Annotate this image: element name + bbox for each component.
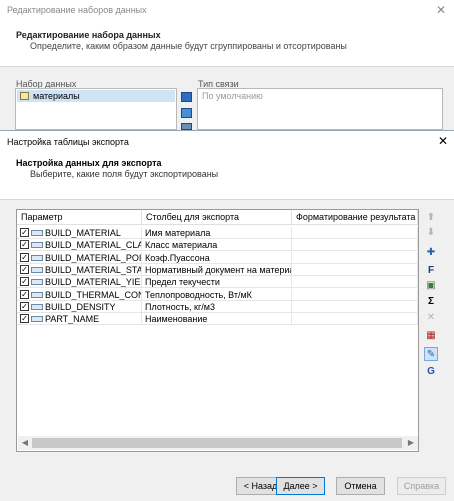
formatting-cell[interactable] [292, 288, 418, 301]
export-column-cell[interactable]: Теплопроводность, Вт/мК [142, 288, 292, 301]
export-table-dialog: Настройка таблицы экспорта ✕ Настройка д… [0, 130, 454, 501]
column-header-export-column[interactable]: Столбец для экспорта [142, 210, 292, 225]
image-icon[interactable]: ▣ [424, 279, 438, 293]
table-row[interactable]: ✓ BUILD_THERMAL_COND...Теплопроводность, … [17, 288, 418, 301]
field-icon [31, 242, 43, 249]
export-column-cell[interactable]: Плотность, кг/м3 [142, 300, 292, 313]
export-checkbox[interactable]: ✓ [20, 228, 29, 237]
parameter-name: BUILD_MATERIAL [45, 228, 121, 238]
dataset-editor-close-icon[interactable]: ✕ [436, 3, 446, 17]
dataset-editor-header-subtitle: Определите, каким образом данные будут с… [30, 41, 347, 51]
table-row[interactable]: ✓ BUILD_DENSITY Плотность, кг/м3 [17, 300, 418, 313]
formatting-cell[interactable] [292, 263, 418, 276]
export-checkbox[interactable]: ✓ [20, 289, 29, 299]
export-checkbox[interactable]: ✓ [20, 240, 29, 250]
parameter-name: BUILD_DENSITY [45, 301, 116, 312]
parameter-name: PART_NAME [45, 314, 100, 325]
dialog-close-icon[interactable]: ✕ [438, 134, 448, 148]
dataset-editor-title: Редактирование наборов данных [7, 5, 147, 15]
horizontal-scrollbar[interactable]: ◀ ▶ [18, 436, 418, 450]
edit-dataset-icon[interactable] [181, 108, 192, 118]
parameter-name: BUILD_MATERIAL_YIEL... [45, 277, 141, 288]
dialog-header-subtitle: Выберите, какие поля будут экспортирован… [30, 169, 219, 179]
field-icon [31, 303, 43, 310]
move-up-icon[interactable]: ⬆ [424, 211, 438, 225]
table-row[interactable]: ✓ BUILD_MATERIAL_CLASSКласс материала [17, 239, 418, 252]
scroll-thumb[interactable] [32, 438, 402, 448]
remove-icon[interactable]: ✕ [424, 311, 438, 325]
export-checkbox[interactable]: ✓ [20, 264, 29, 274]
field-icon [31, 266, 43, 273]
formatting-cell[interactable] [292, 300, 418, 313]
formatting-cell[interactable] [292, 251, 418, 264]
parameter-cell[interactable]: ✓ PART_NAME [17, 313, 142, 326]
scroll-left-icon[interactable]: ◀ [18, 436, 32, 450]
export-column-cell[interactable]: Коэф.Пуассона [142, 251, 292, 264]
field-icon [31, 230, 43, 236]
table-row[interactable]: ✓ BUILD_MATERIAL_YIEL...Предел текучести [17, 276, 418, 289]
table-row[interactable]: ✓ PART_NAME Наименование [17, 313, 418, 326]
dataset-item-label: материалы [33, 91, 80, 101]
help-button[interactable]: Справка [397, 477, 446, 495]
parameter-name: BUILD_MATERIAL_CLASS [45, 240, 141, 251]
export-checkbox[interactable]: ✓ [20, 252, 29, 262]
parameter-name: BUILD_THERMAL_COND... [45, 289, 141, 300]
edit-icon[interactable]: ✎ [424, 347, 438, 361]
export-column-cell[interactable]: Нормативный документ на материал [142, 263, 292, 276]
dataset-table-icon [20, 92, 29, 100]
parameter-cell[interactable]: ✓ BUILD_DENSITY [17, 300, 142, 313]
parameter-cell[interactable]: ✓ BUILD_THERMAL_COND... [17, 288, 142, 301]
field-icon [31, 316, 43, 323]
table-row[interactable]: ✓ BUILD_MATERIAL_POIS...Коэф.Пуассона [17, 251, 418, 264]
export-column-cell[interactable]: Имя материала [142, 227, 292, 239]
cancel-button[interactable]: Отмена [336, 477, 385, 495]
export-checkbox[interactable]: ✓ [20, 301, 29, 311]
format-icon[interactable]: F [424, 264, 438, 278]
scroll-right-icon[interactable]: ▶ [404, 436, 418, 450]
dialog-header-title: Настройка данных для экспорта [16, 158, 162, 168]
add-parameter-icon[interactable]: ✚ [424, 246, 438, 260]
formatting-cell[interactable] [292, 239, 418, 252]
dataset-editor-window: Редактирование наборов данных ✕ Редактир… [0, 0, 454, 130]
dataset-list-item[interactable]: материалы [17, 90, 175, 102]
table-delete-icon[interactable]: ▦ [424, 329, 438, 343]
sum-icon[interactable]: Σ [424, 295, 438, 309]
field-icon [31, 279, 43, 286]
field-icon [31, 254, 43, 261]
move-down-icon[interactable]: ⬇ [424, 226, 438, 240]
column-header-parameter[interactable]: Параметр [17, 210, 142, 225]
column-header-formatting[interactable]: Форматирование результата [292, 210, 418, 225]
link-type-placeholder: По умолчанию [202, 91, 263, 101]
parameter-cell[interactable]: ✓ BUILD_MATERIAL_CLASS [17, 239, 142, 252]
dataset-editor-header-title: Редактирование набора данных [16, 30, 161, 40]
formatting-cell[interactable] [292, 276, 418, 289]
field-icon [31, 291, 43, 298]
parameter-cell[interactable]: ✓ BUILD_MATERIAL_POIS... [17, 251, 142, 264]
parameter-name: BUILD_MATERIAL_STAN... [45, 264, 141, 275]
dialog-title: Настройка таблицы экспорта [7, 137, 129, 147]
export-column-cell[interactable]: Класс материала [142, 239, 292, 252]
table-row[interactable]: ✓ BUILD_MATERIAL Имя материала [17, 227, 418, 239]
table-row[interactable]: ✓ BUILD_MATERIAL_STAN...Нормативный докум… [17, 263, 418, 276]
link-type-field[interactable]: По умолчанию [197, 88, 443, 130]
copy-dataset-icon[interactable] [181, 123, 192, 130]
formula-icon[interactable]: G [424, 365, 438, 379]
export-column-cell[interactable]: Предел текучести [142, 276, 292, 289]
parameter-cell[interactable]: ✓ BUILD_MATERIAL [17, 227, 142, 239]
next-button[interactable]: Далее > [276, 477, 325, 495]
add-dataset-icon[interactable] [181, 92, 192, 102]
parameter-cell[interactable]: ✓ BUILD_MATERIAL_STAN... [17, 263, 142, 276]
dataset-list[interactable]: материалы [15, 88, 177, 130]
export-checkbox[interactable]: ✓ [20, 314, 29, 324]
parameter-name: BUILD_MATERIAL_POIS... [45, 252, 142, 263]
export-fields-table[interactable]: Параметр Столбец для экспорта Форматиров… [16, 209, 419, 452]
formatting-cell[interactable] [292, 313, 418, 326]
parameter-cell[interactable]: ✓ BUILD_MATERIAL_YIEL... [17, 276, 142, 289]
export-column-cell[interactable]: Наименование [142, 313, 292, 326]
export-checkbox[interactable]: ✓ [20, 277, 29, 287]
formatting-cell[interactable] [292, 227, 418, 239]
